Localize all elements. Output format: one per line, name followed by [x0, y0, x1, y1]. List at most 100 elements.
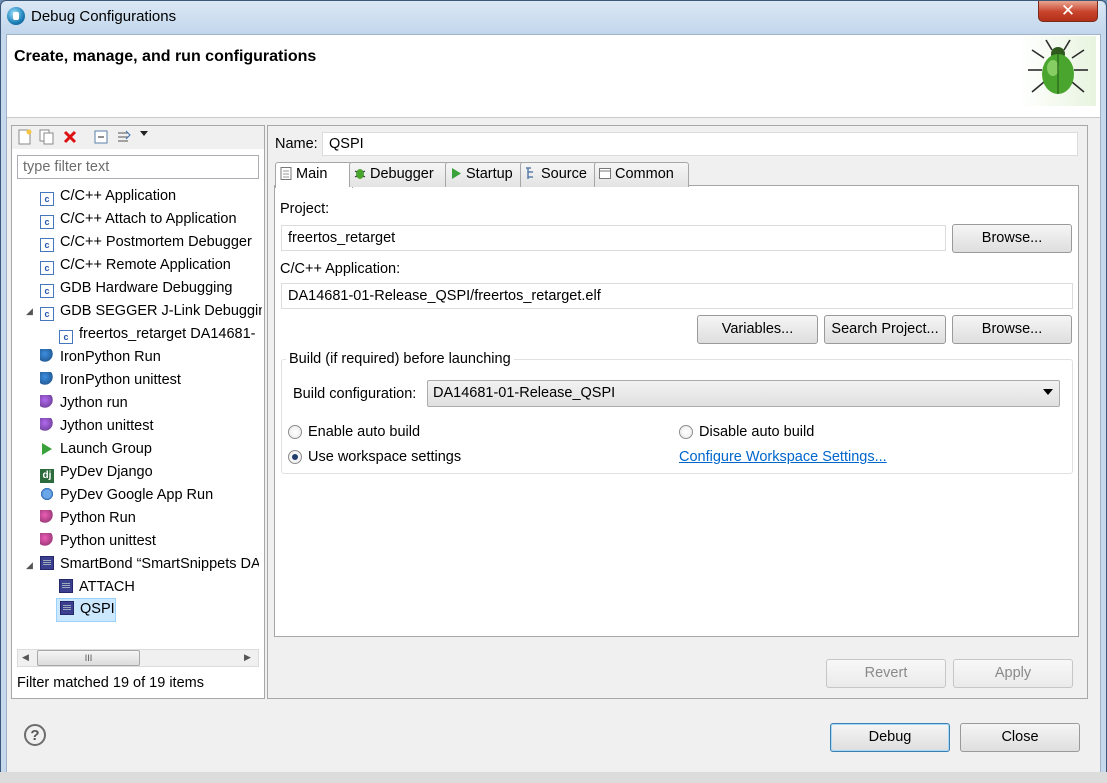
project-browse-button[interactable]: Browse...: [952, 224, 1072, 253]
filter-config-icon[interactable]: [116, 129, 132, 145]
tree-item-label: freertos_retarget DA14681-: [79, 326, 256, 342]
tree-item-label: GDB Hardware Debugging: [60, 280, 233, 296]
tab-main[interactable]: Main: [275, 162, 353, 188]
tab-common[interactable]: Common: [594, 162, 689, 187]
expand-arrow-icon[interactable]: ◢: [26, 560, 33, 571]
build-group-title: Build (if required) before launching: [286, 351, 514, 367]
eclipse-app-icon: [7, 7, 25, 25]
project-label: Project:: [280, 201, 330, 217]
collapse-all-icon[interactable]: [93, 129, 109, 145]
tree-item-c-attach[interactable]: c C/C++ Attach to Application: [40, 209, 237, 229]
expand-arrow-icon[interactable]: ◢: [26, 306, 33, 317]
tree-item-label: Jython unittest: [60, 418, 154, 434]
tree-item-label: Python Run: [60, 510, 136, 526]
c-app-icon: c: [40, 307, 54, 321]
main-tab-icon: [280, 165, 292, 180]
use-workspace-settings-radio[interactable]: [288, 450, 302, 464]
tree-item-label: PyDev Google App Run: [60, 487, 214, 503]
debug-button[interactable]: Debug: [830, 723, 950, 752]
tree-item-pydev-django[interactable]: dj PyDev Django: [40, 462, 153, 483]
tab-source[interactable]: Source: [520, 162, 598, 187]
window-title: Debug Configurations: [31, 8, 177, 25]
tree-item-python-unittest[interactable]: Python unittest: [40, 531, 156, 551]
python-icon: [40, 510, 54, 524]
tree-item-label: SmartBond “SmartSnippets DA: [60, 556, 259, 572]
tree-item-label: IronPython Run: [60, 349, 161, 365]
scrollbar-thumb[interactable]: III: [37, 650, 140, 666]
tree-item-gdb-hardware[interactable]: c GDB Hardware Debugging: [40, 278, 232, 298]
banner-title: Create, manage, and run configurations: [14, 48, 317, 65]
tree-item-label: Jython run: [60, 395, 128, 411]
build-config-label: Build configuration:: [293, 386, 417, 402]
close-button[interactable]: Close: [960, 723, 1080, 752]
window-close-button[interactable]: ✕: [1038, 1, 1098, 22]
tree-item-qspi-selected[interactable]: QSPI: [56, 598, 116, 622]
enable-auto-build-radio[interactable]: [288, 425, 302, 439]
apply-button[interactable]: Apply: [953, 659, 1073, 688]
scroll-left-arrow-icon[interactable]: ◀: [22, 652, 29, 663]
disable-auto-build-radio[interactable]: [679, 425, 693, 439]
tab-debugger[interactable]: Debugger: [349, 162, 449, 187]
startup-tab-icon: [450, 165, 462, 179]
smartsnippets-icon: [59, 579, 73, 593]
application-label: C/C++ Application:: [280, 261, 401, 277]
jython-icon: [40, 395, 54, 409]
tree-item-python-run[interactable]: Python Run: [40, 508, 136, 528]
c-app-icon: c: [40, 192, 54, 206]
c-app-icon: c: [40, 215, 54, 229]
c-app-icon: c: [40, 261, 54, 275]
background-window-strip: [0, 772, 1107, 783]
tree-item-jython-run[interactable]: Jython run: [40, 393, 128, 413]
new-config-icon[interactable]: [17, 129, 33, 145]
c-app-icon: c: [40, 284, 54, 298]
tree-item-gdb-segger[interactable]: c GDB SEGGER J-Link Debuggin: [40, 301, 262, 321]
ironpython-icon: [40, 349, 54, 363]
tab-label: Debugger: [370, 166, 434, 182]
tab-label: Startup: [466, 166, 513, 182]
tree-item-ironpython-unittest[interactable]: IronPython unittest: [40, 370, 181, 390]
delete-config-icon[interactable]: [62, 129, 78, 145]
revert-button[interactable]: Revert: [826, 659, 946, 688]
application-browse-button[interactable]: Browse...: [952, 315, 1072, 344]
tree-item-smartbond[interactable]: SmartBond “SmartSnippets DA: [40, 554, 259, 574]
build-config-select[interactable]: DA14681-01-Release_QSPI: [427, 380, 1060, 407]
tree-item-ironpython-run[interactable]: IronPython Run: [40, 347, 161, 367]
tree-item-label: PyDev Django: [60, 464, 153, 480]
name-label: Name:: [275, 136, 318, 152]
smartsnippets-icon: [40, 556, 54, 570]
google-app-icon: [40, 487, 54, 501]
tree-item-c-postmortem[interactable]: c C/C++ Postmortem Debugger: [40, 232, 252, 252]
filter-input[interactable]: type filter text: [17, 155, 259, 179]
tree-item-c-remote[interactable]: c C/C++ Remote Application: [40, 255, 231, 275]
jython-unittest-icon: [40, 418, 54, 432]
debug-bug-icon: [1020, 36, 1096, 106]
tree-item-label: C/C++ Application: [60, 188, 177, 204]
launch-group-icon: [42, 443, 52, 455]
tree-item-c-application[interactable]: c C/C++ Application: [40, 186, 176, 206]
tree-item-label: IronPython unittest: [60, 372, 181, 388]
tree-item-attach[interactable]: ATTACH: [59, 577, 135, 597]
scroll-right-arrow-icon[interactable]: ▶: [244, 652, 251, 663]
configure-workspace-settings-link[interactable]: Configure Workspace Settings...: [679, 449, 887, 465]
tree-item-label: C/C++ Postmortem Debugger: [60, 234, 252, 250]
c-app-icon: c: [59, 330, 73, 344]
tree-item-label: Launch Group: [60, 441, 152, 457]
project-field[interactable]: freertos_retarget: [281, 225, 946, 251]
application-field[interactable]: DA14681-01-Release_QSPI/freertos_retarge…: [281, 283, 1073, 309]
name-input[interactable]: QSPI: [322, 132, 1078, 156]
smartsnippets-icon: [60, 601, 74, 615]
tree-item-freertos-retarget[interactable]: c freertos_retarget DA14681-: [59, 324, 262, 344]
tree-item-launch-group[interactable]: Launch Group: [40, 439, 152, 459]
help-icon[interactable]: ?: [24, 724, 46, 746]
view-menu-chevron-down-icon[interactable]: [140, 131, 148, 136]
variables-button[interactable]: Variables...: [697, 315, 818, 344]
duplicate-config-icon[interactable]: [39, 129, 55, 145]
tab-startup[interactable]: Startup: [445, 162, 524, 187]
ironpython-unittest-icon: [40, 372, 54, 386]
tree-item-google-app-run[interactable]: PyDev Google App Run: [40, 485, 213, 505]
tree-item-label: QSPI: [80, 601, 115, 617]
tree-item-label: ATTACH: [79, 579, 135, 595]
tree-item-label: Python unittest: [60, 533, 156, 549]
search-project-button[interactable]: Search Project...: [824, 315, 946, 344]
tree-item-jython-unittest[interactable]: Jython unittest: [40, 416, 154, 436]
